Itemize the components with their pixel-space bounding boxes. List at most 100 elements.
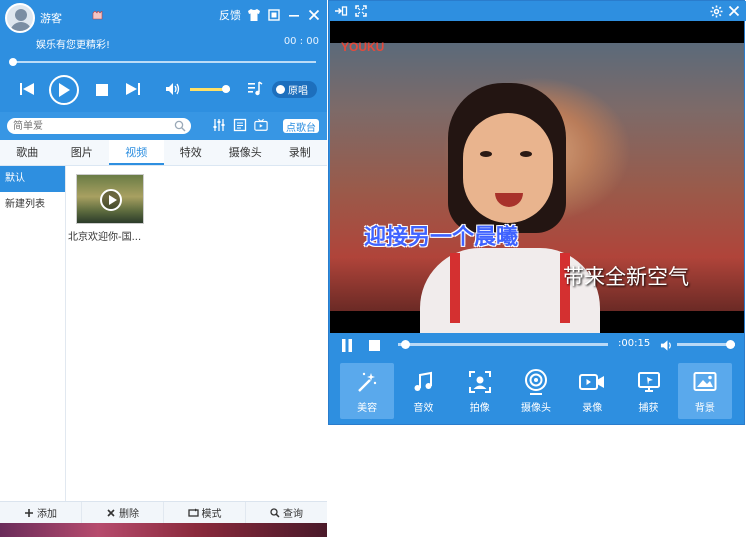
query-label: 查询 bbox=[283, 509, 303, 520]
tab-record[interactable]: 录制 bbox=[273, 140, 328, 165]
magic-wand-icon bbox=[354, 369, 380, 395]
original-vocal-toggle[interactable]: 原唱 bbox=[272, 81, 317, 98]
tool-beauty[interactable]: 美容 bbox=[340, 363, 395, 419]
query-button[interactable]: 查询 bbox=[246, 502, 327, 523]
add-label: 添加 bbox=[37, 509, 57, 520]
play-icon bbox=[59, 83, 70, 97]
tv-icon[interactable] bbox=[254, 118, 268, 132]
video-time: :00:15 bbox=[618, 338, 651, 349]
tool-record-video[interactable]: 录像 bbox=[565, 363, 619, 419]
delete-button[interactable]: 删除 bbox=[82, 502, 164, 523]
lyrics-music-icon[interactable] bbox=[246, 80, 264, 98]
toggle-dot bbox=[276, 85, 285, 94]
song-progress-track[interactable] bbox=[12, 61, 316, 63]
next-icon[interactable] bbox=[124, 80, 142, 98]
song-list-icon[interactable] bbox=[233, 118, 247, 132]
username[interactable]: 游客 bbox=[40, 10, 62, 26]
close-icon[interactable] bbox=[307, 8, 321, 22]
video-stop-icon[interactable] bbox=[367, 338, 381, 352]
tab-pictures[interactable]: 图片 bbox=[55, 140, 110, 165]
fullscreen-icon[interactable] bbox=[354, 4, 368, 18]
playlist-item-new-list[interactable]: 新建列表 bbox=[0, 192, 65, 218]
webcam-icon bbox=[523, 368, 549, 395]
lyric-line-next: 带来全新空气 bbox=[563, 265, 689, 289]
tab-effects[interactable]: 特效 bbox=[164, 140, 219, 165]
equalizer-icon[interactable] bbox=[212, 118, 226, 132]
search-toolbar bbox=[212, 118, 268, 132]
time-display: 00 : 00 bbox=[283, 36, 319, 47]
pause-icon[interactable] bbox=[340, 338, 354, 352]
video-playback-bar: :00:15 bbox=[330, 333, 744, 357]
song-station-button[interactable]: 点歌台 bbox=[283, 119, 319, 134]
tool-record-video-label: 录像 bbox=[582, 402, 603, 414]
video-titlebar bbox=[329, 1, 746, 21]
screen-capture-icon bbox=[636, 369, 662, 395]
song-progress-knob[interactable] bbox=[9, 58, 17, 66]
mode-button[interactable]: 模式 bbox=[164, 502, 246, 523]
search-input[interactable] bbox=[7, 118, 167, 134]
ad-banner[interactable] bbox=[0, 523, 327, 537]
avatar[interactable] bbox=[5, 3, 35, 33]
playlist-footer: 添加 删除 模式 查询 bbox=[0, 501, 327, 523]
minimize-icon[interactable] bbox=[287, 8, 301, 22]
header-actions: 反馈 bbox=[219, 7, 321, 23]
playlist-window: 游客 反馈 娱乐有您更精彩! 00 : 00 原唱 简单爱 点歌台 歌曲 图片 … bbox=[0, 0, 327, 537]
plus-icon bbox=[25, 508, 33, 517]
mini-mode-icon[interactable] bbox=[267, 8, 281, 22]
tab-videos[interactable]: 视频 bbox=[109, 140, 164, 165]
playlist-item-default[interactable]: 默认 bbox=[0, 166, 65, 192]
video-window: YOUKU 迎接另一个晨曦 带来全新空气 :00:15 美容 音效 拍像 摄像头… bbox=[328, 0, 746, 425]
app-root: 游客 反馈 娱乐有您更精彩! 00 : 00 原唱 简单爱 点歌台 歌曲 图片 … bbox=[0, 0, 746, 537]
media-grid: 北京欢迎你-国... bbox=[66, 166, 327, 501]
skin-shirt-icon[interactable] bbox=[247, 8, 261, 22]
tool-background[interactable]: 背景 bbox=[677, 363, 732, 419]
youku-logo: YOUKU bbox=[341, 40, 385, 54]
category-tabs: 歌曲 图片 视频 特效 摄像头 录制 bbox=[0, 140, 327, 166]
video-volume-knob[interactable] bbox=[726, 340, 736, 349]
tab-songs[interactable]: 歌曲 bbox=[0, 140, 55, 165]
video-record-icon bbox=[579, 369, 605, 395]
tool-sound-effect-label: 音效 bbox=[413, 402, 434, 414]
pin-window-icon[interactable] bbox=[334, 4, 348, 18]
volume-icon[interactable] bbox=[164, 81, 182, 97]
magnifier-icon bbox=[270, 507, 280, 518]
tool-photo-label: 拍像 bbox=[469, 402, 490, 414]
play-button[interactable] bbox=[49, 75, 79, 105]
effects-toolbar: 美容 音效 拍像 摄像头 录像 捕获 背景 bbox=[330, 357, 744, 423]
video-volume-icon[interactable] bbox=[660, 338, 674, 352]
video-screen[interactable]: YOUKU 迎接另一个晨曦 带来全新空气 bbox=[330, 21, 744, 333]
loop-mode-icon bbox=[187, 508, 199, 517]
volume-knob[interactable] bbox=[222, 85, 230, 93]
video-progress-track[interactable] bbox=[398, 343, 608, 346]
tool-sound-effect[interactable]: 音效 bbox=[396, 363, 450, 419]
search-icon[interactable] bbox=[174, 120, 186, 132]
search-bar: 点歌台 bbox=[0, 112, 327, 140]
tab-camera[interactable]: 摄像头 bbox=[218, 140, 273, 165]
tool-capture-label: 捕获 bbox=[638, 402, 659, 414]
lyric-line-current: 迎接另一个晨曦 bbox=[364, 225, 519, 250]
mode-label: 模式 bbox=[201, 509, 222, 520]
original-vocal-label: 原唱 bbox=[288, 86, 308, 97]
settings-gear-icon[interactable] bbox=[709, 4, 723, 18]
tool-beauty-label: 美容 bbox=[357, 402, 378, 414]
video-progress-knob[interactable] bbox=[401, 340, 411, 349]
slogan-text: 娱乐有您更精彩! bbox=[36, 40, 111, 51]
vip-badge-icon bbox=[92, 11, 103, 20]
video-title[interactable]: 北京欢迎你-国... bbox=[68, 228, 158, 243]
music-note-icon bbox=[410, 369, 436, 395]
feedback-link[interactable]: 反馈 bbox=[219, 7, 241, 23]
tool-capture[interactable]: 捕获 bbox=[621, 363, 675, 419]
portrait-frame-icon bbox=[467, 369, 493, 395]
cross-icon bbox=[107, 508, 115, 517]
playlist-sidebar: 默认 新建列表 bbox=[0, 166, 66, 501]
delete-label: 删除 bbox=[119, 509, 139, 520]
video-close-icon[interactable] bbox=[727, 4, 741, 18]
tool-webcam[interactable]: 摄像头 bbox=[509, 363, 563, 419]
tool-photo[interactable]: 拍像 bbox=[453, 363, 507, 419]
play-circle-icon bbox=[100, 189, 122, 211]
stop-icon[interactable] bbox=[94, 82, 110, 98]
previous-icon[interactable] bbox=[18, 80, 36, 98]
search-box bbox=[7, 118, 191, 134]
video-thumbnail[interactable] bbox=[76, 174, 144, 224]
add-button[interactable]: 添加 bbox=[0, 502, 82, 523]
